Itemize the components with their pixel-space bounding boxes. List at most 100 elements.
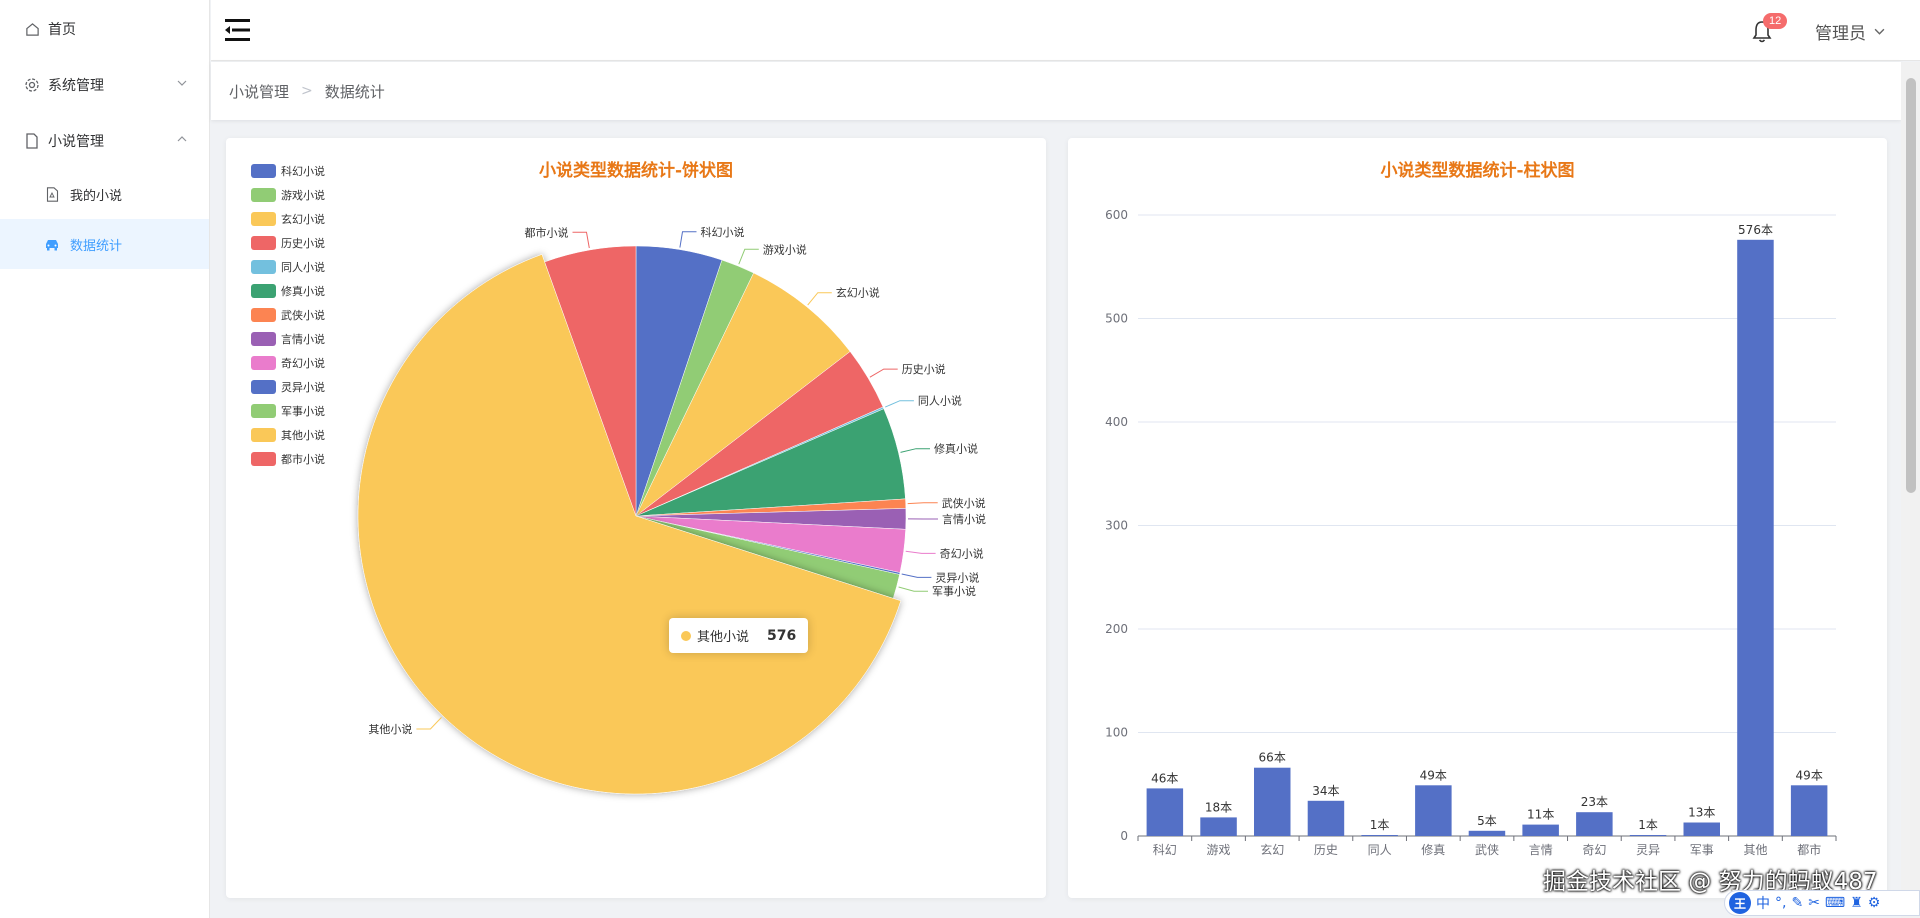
bar[interactable] (1254, 767, 1291, 836)
bar-data-label: 49本 (1796, 768, 1823, 782)
x-tick-label: 修真 (1421, 842, 1445, 857)
bar[interactable] (1415, 785, 1452, 836)
pdf-file-icon (44, 186, 60, 202)
y-tick-label: 400 (1105, 415, 1128, 429)
car-icon (44, 236, 60, 252)
chart-tooltip: 其他小说 576 (669, 618, 809, 653)
x-tick-label: 都市 (1797, 842, 1821, 857)
pen-icon[interactable]: ✎ (1791, 895, 1803, 911)
x-tick-label: 灵异 (1636, 843, 1660, 857)
ime-toolbar[interactable]: 王 中 °, ✎ ✂ ⌨ ♜ ⚙ (1724, 890, 1920, 916)
submenu-item-statistics[interactable]: 数据统计 (0, 219, 209, 269)
bar[interactable] (1576, 812, 1613, 836)
bar-data-label: 11本 (1527, 808, 1554, 822)
x-tick-label: 军事 (1690, 843, 1714, 857)
pie-label-line (738, 248, 759, 265)
user-name: 管理员 (1815, 24, 1866, 44)
pie-label: 历史小说 (902, 362, 946, 376)
ime-logo: 王 (1729, 892, 1751, 914)
skin-icon[interactable]: ♜ (1850, 895, 1863, 911)
submenu-item-label: 我的小说 (70, 188, 123, 204)
menu-item-home[interactable]: 首页 (0, 1, 209, 57)
scissors-icon[interactable]: ✂ (1808, 895, 1820, 911)
pie-label-line (807, 292, 832, 306)
home-icon (24, 21, 40, 37)
gear-icon (24, 77, 40, 93)
y-tick-label: 600 (1105, 208, 1128, 222)
pie-label-line (898, 586, 928, 592)
bar[interactable] (1307, 800, 1345, 836)
document-icon (24, 133, 40, 149)
tooltip-value: 576 (767, 627, 797, 644)
bar[interactable] (1737, 239, 1774, 837)
bar[interactable] (1361, 835, 1398, 836)
x-tick-label: 历史 (1314, 843, 1338, 857)
bar-chart-card: 小说类型数据统计-柱状图 0 100 200 300 400 500 600 46本 科幻 18本… (1068, 138, 1887, 898)
menu-item-novel[interactable]: 小说管理 (0, 113, 209, 169)
x-tick-label: 游戏 (1206, 843, 1230, 857)
bar-data-label: 13本 (1688, 806, 1715, 820)
pie-label-line (901, 573, 932, 578)
breadcrumb: 小说管理 > 数据统计 (211, 62, 1901, 120)
menu-item-label: 系统管理 (48, 78, 104, 94)
pie-label: 同人小说 (918, 394, 962, 408)
submenu-item-my-novels[interactable]: 我的小说 (0, 169, 209, 219)
pie-label: 玄幻小说 (836, 286, 880, 300)
bar[interactable] (1200, 817, 1237, 836)
top-header: 12 管理员 (211, 0, 1920, 61)
bar-data-label: 1本 (1370, 818, 1390, 832)
pie-label-line (905, 550, 936, 554)
x-tick-label: 科幻 (1153, 843, 1177, 857)
pie-label: 军事小说 (932, 584, 976, 598)
settings-icon[interactable]: ⚙ (1868, 895, 1881, 911)
bar[interactable] (1146, 788, 1184, 836)
punctuation-icon[interactable]: °, (1775, 895, 1786, 911)
breadcrumb-item-current: 数据统计 (324, 82, 385, 101)
pie-label-line (416, 717, 442, 730)
bar-data-label: 34本 (1312, 784, 1339, 798)
pie-label-line (572, 231, 590, 249)
pie-label-line (679, 231, 697, 248)
bar-data-label: 576本 (1738, 223, 1773, 237)
bar-chart: 0 100 200 300 400 500 600 46本科幻 18本游戏 66本玄幻 34本历史 1… (1105, 208, 1837, 857)
pie-label-line (885, 400, 914, 408)
pie-label: 灵异小说 (935, 570, 979, 584)
user-menu[interactable]: 管理员 (1815, 19, 1885, 44)
bar[interactable] (1522, 824, 1559, 836)
y-tick-label: 500 (1105, 312, 1128, 326)
submenu-item-label: 数据统计 (70, 238, 123, 254)
breadcrumb-item[interactable]: 小说管理 (229, 81, 289, 102)
menu-item-system[interactable]: 系统管理 (0, 57, 209, 113)
menu-item-label: 小说管理 (48, 134, 104, 150)
chevron-right-icon: > (301, 83, 313, 99)
x-tick-label: 其他 (1743, 843, 1767, 857)
pie-label: 科幻小说 (701, 225, 745, 239)
ime-mode[interactable]: 中 (1756, 893, 1770, 913)
bar-data-label: 18本 (1205, 800, 1232, 814)
pie-label: 游戏小说 (763, 242, 807, 256)
bar[interactable] (1629, 835, 1667, 836)
bar-data-label: 46本 (1151, 771, 1178, 785)
scrollbar-thumb[interactable] (1906, 78, 1916, 493)
bar-data-label: 49本 (1420, 768, 1447, 782)
x-tick-label: 同人 (1368, 843, 1392, 857)
tooltip-dot (681, 630, 691, 641)
pie-label-line (869, 368, 898, 378)
bar-data-label: 23本 (1581, 795, 1608, 809)
bar[interactable] (1790, 785, 1828, 836)
pie-label: 奇幻小说 (940, 546, 984, 560)
x-tick-label: 武侠 (1475, 843, 1499, 857)
bar-data-label: 1本 (1638, 818, 1658, 832)
chevron-down-icon (177, 80, 187, 86)
bar[interactable] (1468, 830, 1506, 836)
menu-toggle-icon[interactable] (223, 16, 253, 44)
chevron-up-icon (177, 136, 187, 142)
pie-chart-card: 小说类型数据统计-饼状图 科幻小说 游戏小说 玄幻小说 历史小说 同人小说 修真小说 武侠小… (226, 138, 1046, 898)
bar-data-label: 5本 (1477, 814, 1497, 828)
keyboard-icon[interactable]: ⌨ (1825, 895, 1845, 911)
pie-label-line (907, 502, 938, 505)
bar[interactable] (1683, 822, 1721, 837)
bar-data-label: 66本 (1259, 751, 1286, 765)
pie-label: 武侠小说 (942, 496, 986, 510)
chevron-down-icon (1874, 28, 1885, 35)
